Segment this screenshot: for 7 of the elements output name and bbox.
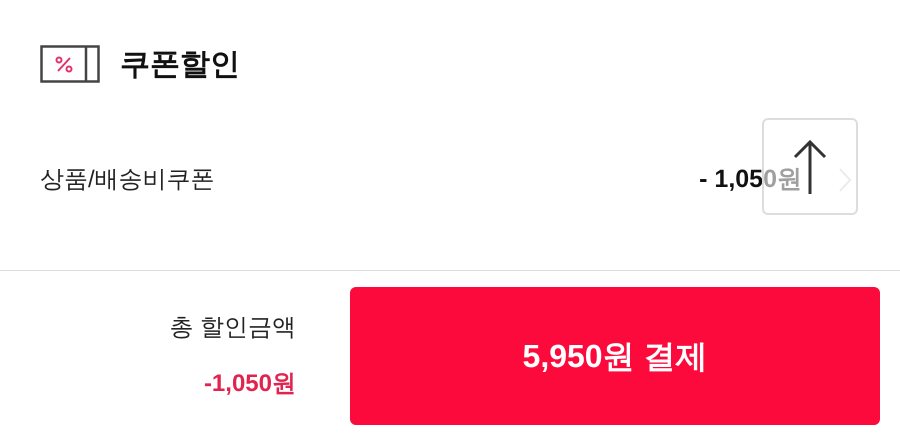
total-discount-amount: -1,050원: [204, 368, 296, 398]
total-discount-label: 총 할인금액: [169, 312, 296, 342]
coupon-amount: - 1,050원: [699, 164, 802, 196]
coupon-icon: [40, 44, 100, 84]
pay-button[interactable]: 5,950원 결제: [350, 286, 880, 424]
coupon-label: 상품/배송비쿠폰: [40, 165, 215, 195]
section-title: 쿠폰할인: [120, 46, 240, 82]
